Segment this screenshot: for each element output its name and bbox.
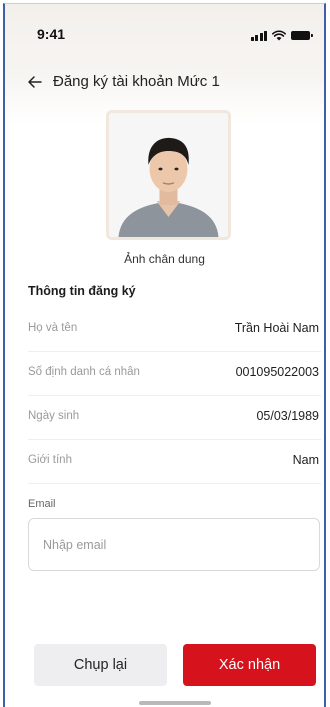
section-title-registration-info: Thông tin đăng ký [28,284,136,298]
date-of-birth-label: Ngày sinh [28,410,80,422]
info-row-personal-id: Số định danh cá nhân 001095022003 [28,352,321,396]
full-name-label: Họ và tên [28,322,78,334]
portrait-caption: Ảnh chân dung [124,252,205,266]
home-indicator [139,701,211,705]
email-input[interactable] [28,518,320,571]
info-row-full-name: Họ và tên Trần Hoài Nam [28,308,321,352]
confirm-button[interactable]: Xác nhận [183,644,316,686]
portrait-photo [106,110,231,240]
info-row-date-of-birth: Ngày sinh 05/03/1989 [28,396,321,440]
back-arrow-icon[interactable] [25,72,45,92]
app-screen: 9:41 Đăng ký tài khoản Mức 1 Ảnh chân du… [3,3,326,707]
gender-label: Giới tính [28,454,72,466]
personal-id-label: Số định danh cá nhân [28,366,140,378]
full-name-value: Trần Hoài Nam [234,321,319,335]
retake-photo-button[interactable]: Chụp lại [34,644,167,686]
info-row-gender: Giới tính Nam [28,440,321,484]
wifi-icon [272,30,286,41]
status-bar: 9:41 [5,22,324,46]
battery-icon [291,31,313,40]
page-header: Đăng ký tài khoản Mức 1 [5,68,324,98]
cellular-signal-icon [250,31,267,41]
portrait-image [109,113,228,237]
status-icons [250,29,313,41]
email-label: Email [28,498,56,510]
personal-id-value: 001095022003 [235,365,319,379]
date-of-birth-value: 05/03/1989 [256,409,319,423]
page-title: Đăng ký tài khoản Mức 1 [53,73,220,90]
gender-value: Nam [292,453,319,467]
status-time: 9:41 [37,26,66,42]
